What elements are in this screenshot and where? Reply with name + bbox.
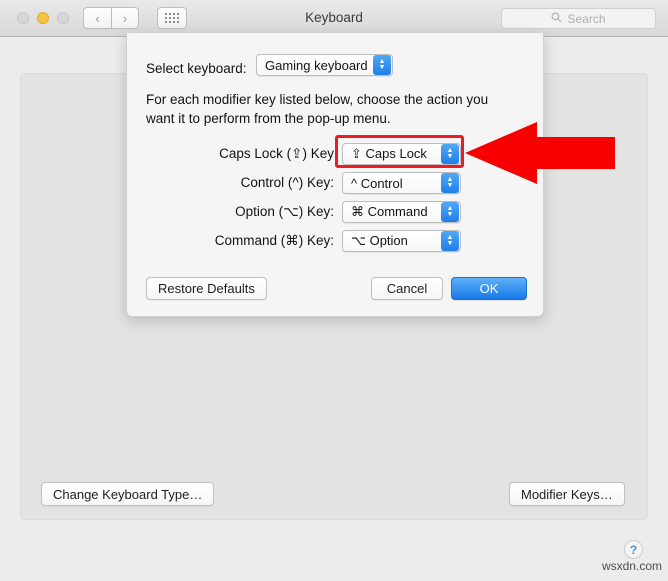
chevron-updown-icon: ▲ ▼ xyxy=(441,144,459,164)
modifier-row-label: Control (^) Key: xyxy=(240,175,334,190)
instructions-text: For each modifier key listed below, choo… xyxy=(146,92,489,126)
search-placeholder: Search xyxy=(567,11,606,26)
help-button[interactable]: ? xyxy=(624,540,643,559)
select-keyboard-value: Gaming keyboard xyxy=(265,57,368,73)
control-popup[interactable]: ^ Control ▲ ▼ xyxy=(342,172,461,194)
modifier-row-label: Caps Lock (⇪) Key xyxy=(219,146,334,161)
search-input[interactable]: Search xyxy=(501,8,656,29)
control-popup-value: ^ Control xyxy=(351,175,403,191)
chevron-updown-icon: ▲ ▼ xyxy=(441,173,459,193)
chevron-updown-icon: ▲ ▼ xyxy=(441,202,459,222)
cancel-button[interactable]: Cancel xyxy=(371,277,443,300)
select-keyboard-label: Select keyboard: xyxy=(146,61,247,76)
option-popup[interactable]: ⌘ Command ▲ ▼ xyxy=(342,201,461,223)
restore-defaults-button[interactable]: Restore Defaults xyxy=(146,277,267,300)
chevron-updown-icon: ▲ ▼ xyxy=(373,55,391,75)
modifier-row-label: Command (⌘) Key: xyxy=(214,233,334,248)
chevron-updown-icon: ▲ ▼ xyxy=(441,231,459,251)
command-popup[interactable]: ⌥ Option ▲ ▼ xyxy=(342,230,461,252)
caps-lock-popup-value: ⇪ Caps Lock xyxy=(351,146,427,161)
caps-lock-popup[interactable]: ⇪ Caps Lock ▲ ▼ xyxy=(342,143,461,165)
window-titlebar: ‹ › Keyboard Search xyxy=(0,0,668,37)
keyboard-preferences-window: ‹ › Keyboard Search Change Keyboard Type… xyxy=(0,0,668,581)
ok-button[interactable]: OK xyxy=(451,277,527,300)
command-popup-value: ⌥ Option xyxy=(351,233,408,248)
change-keyboard-type-button[interactable]: Change Keyboard Type… xyxy=(41,482,215,506)
modifier-keys-button[interactable]: Modifier Keys… xyxy=(509,482,625,506)
modifier-row-label: Option (⌥) Key: xyxy=(235,204,334,219)
option-popup-value: ⌘ Command xyxy=(351,204,428,219)
watermark-text: wsxdn.com xyxy=(601,559,662,573)
annotation-arrow-icon xyxy=(465,122,615,184)
search-icon xyxy=(551,10,562,28)
select-keyboard-dropdown[interactable]: Gaming keyboard ▲ ▼ xyxy=(256,54,393,76)
